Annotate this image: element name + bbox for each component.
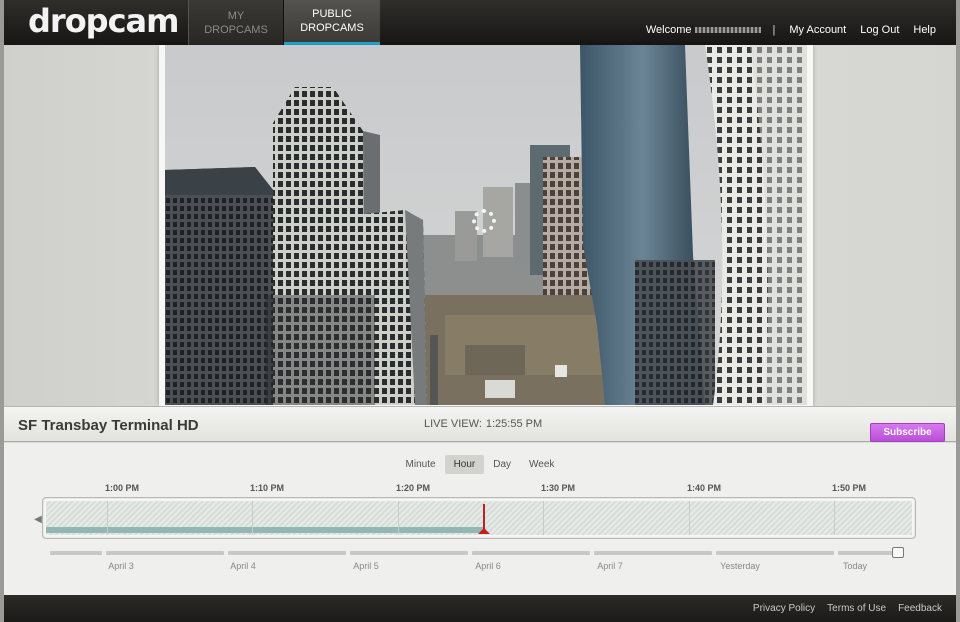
recorded-range-bar [46, 527, 484, 533]
tab-public-line2: DROPCAMS [300, 22, 364, 34]
day-label-april-6[interactable]: April 6 [475, 561, 501, 571]
day-scrubber[interactable]: April 3 April 4 April 5 April 6 April 7 … [50, 547, 906, 581]
welcome-text: Welcome [645, 24, 692, 36]
subscribe-button[interactable]: Subscribe [870, 423, 945, 442]
tab-public-line1: PUBLIC [312, 8, 352, 20]
video-frame [159, 45, 813, 406]
dropcam-logo[interactable]: dropcam [28, 2, 179, 40]
live-view-status: LIVE VIEW: 1:25:55 PM [424, 418, 542, 430]
day-label-yesterday[interactable]: Yesterday [720, 561, 760, 571]
zoom-minute-button[interactable]: Minute [397, 455, 445, 474]
hour-divider [689, 501, 690, 535]
tab-my-line2: DROPCAMS [204, 23, 268, 36]
day-label-today[interactable]: Today [843, 561, 867, 571]
day-segment[interactable] [228, 551, 346, 555]
live-view-label: LIVE VIEW: [424, 418, 482, 430]
hour-divider [252, 501, 253, 535]
timeline-panel: Minute Hour Day Week ◀ 1:00 PM 1:10 PM 1… [4, 443, 956, 595]
privacy-policy-link[interactable]: Privacy Policy [753, 603, 815, 614]
hour-divider [107, 501, 108, 535]
time-label-1-00: 1:00 PM [104, 483, 140, 493]
my-account-link[interactable]: My Account [789, 24, 846, 36]
hour-divider [398, 501, 399, 535]
camera-video[interactable] [165, 45, 807, 405]
zoom-selector: Minute Hour Day Week [4, 455, 956, 474]
time-label-1-30: 1:30 PM [540, 483, 576, 493]
day-segment[interactable] [716, 551, 834, 555]
tab-public-dropcams[interactable]: PUBLIC DROPCAMS [284, 0, 380, 45]
hour-divider [834, 501, 835, 535]
log-out-link[interactable]: Log Out [860, 24, 899, 36]
day-label-april-4[interactable]: April 4 [230, 561, 256, 571]
day-segment[interactable] [350, 551, 468, 555]
camera-info-bar: SF Transbay Terminal HD LIVE VIEW: 1:25:… [4, 406, 956, 442]
tab-my-dropcams[interactable]: MY DROPCAMS [188, 0, 284, 45]
redacted-username [694, 27, 761, 33]
zoom-day-button[interactable]: Day [484, 455, 520, 474]
time-label-1-50: 1:50 PM [831, 483, 867, 493]
day-segment[interactable] [50, 551, 102, 555]
feedback-link[interactable]: Feedback [898, 603, 942, 614]
day-scrubber-handle[interactable] [892, 547, 904, 558]
day-label-april-7[interactable]: April 7 [597, 561, 623, 571]
time-label-1-10: 1:10 PM [249, 483, 285, 493]
day-label-april-3[interactable]: April 3 [108, 561, 134, 571]
day-label-april-5[interactable]: April 5 [353, 561, 379, 571]
time-label-1-40: 1:40 PM [686, 483, 722, 493]
hour-divider [543, 501, 544, 535]
nav-separator: | [772, 24, 776, 36]
timeline-ruler[interactable]: 1:00 PM 1:10 PM 1:20 PM 1:30 PM 1:40 PM … [42, 483, 916, 539]
camera-title: SF Transbay Terminal HD [18, 417, 199, 434]
time-label-1-20: 1:20 PM [395, 483, 431, 493]
playhead-marker-icon[interactable] [478, 528, 490, 534]
top-bar: dropcam MY DROPCAMS PUBLIC DROPCAMS Welc… [4, 0, 956, 45]
day-segment[interactable] [838, 551, 898, 555]
loading-spinner-icon [472, 209, 496, 233]
video-stage [4, 45, 956, 406]
footer: Privacy Policy Terms of Use Feedback [4, 595, 956, 622]
terms-of-use-link[interactable]: Terms of Use [827, 603, 886, 614]
tab-my-line1: MY [227, 9, 245, 22]
help-link[interactable]: Help [913, 24, 936, 36]
day-segment[interactable] [106, 551, 224, 555]
top-nav: Welcome | My Account Log Out Help [646, 24, 936, 36]
day-segment[interactable] [594, 551, 712, 555]
app-frame: dropcam MY DROPCAMS PUBLIC DROPCAMS Welc… [4, 0, 956, 622]
zoom-week-button[interactable]: Week [520, 455, 563, 474]
live-view-time: 1:25:55 PM [485, 418, 543, 430]
day-segment[interactable] [472, 551, 590, 555]
zoom-hour-button[interactable]: Hour [444, 455, 485, 474]
